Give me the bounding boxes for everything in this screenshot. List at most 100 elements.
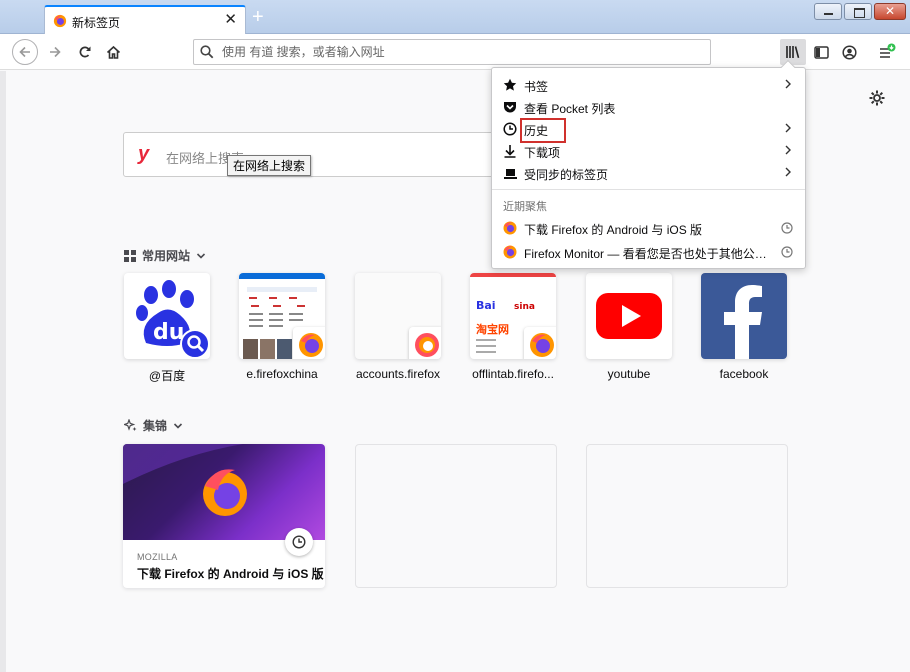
chevron-down-icon xyxy=(196,251,206,261)
tab-title: 新标签页 xyxy=(72,14,120,31)
highlight-source: MOZILLA xyxy=(137,552,178,562)
menu-item-history[interactable]: 历史 xyxy=(492,118,805,140)
menu-item-label: 查看 Pocket 列表 xyxy=(524,100,615,117)
menu-item-label: 下载项 xyxy=(524,144,560,161)
chevron-right-icon xyxy=(783,77,793,91)
recent-item[interactable]: 下载 Firefox 的 Android 与 iOS 版 xyxy=(492,217,805,239)
download-icon xyxy=(503,144,517,158)
title-bar: 新标签页 ✕ + ✕ xyxy=(0,0,910,34)
firefox-icon xyxy=(503,245,517,259)
youdao-logo: y xyxy=(138,144,149,164)
url-input[interactable] xyxy=(222,43,692,61)
reload-icon xyxy=(78,45,92,59)
close-window-button[interactable]: ✕ xyxy=(874,3,906,20)
topsite-accounts-firefox[interactable]: accounts.firefox xyxy=(355,273,441,381)
baidu-paw-icon: du xyxy=(124,273,210,359)
facebook-icon xyxy=(701,273,787,359)
search-icon xyxy=(200,45,214,59)
clock-icon xyxy=(292,535,306,549)
firefox-badge xyxy=(293,327,325,359)
home-button[interactable] xyxy=(100,39,126,65)
firefox-logo-icon xyxy=(123,444,325,540)
topsite-baidu[interactable]: du @百度 xyxy=(124,273,210,384)
reload-button[interactable] xyxy=(72,39,98,65)
url-bar[interactable] xyxy=(193,39,711,65)
youtube-icon xyxy=(586,273,672,359)
menu-item-bookmarks[interactable]: 书签 xyxy=(492,74,805,96)
topsite-youtube[interactable]: youtube xyxy=(586,273,672,381)
topsite-label: youtube xyxy=(586,367,672,381)
account-button[interactable] xyxy=(836,39,862,65)
maximize-button[interactable] xyxy=(844,3,872,20)
topsite-thumbnail xyxy=(355,273,441,359)
topsites-title: 常用网站 xyxy=(142,247,190,264)
svg-text:Bai: Bai xyxy=(476,299,496,312)
firefox-account-badge xyxy=(409,327,441,359)
menu-button[interactable] xyxy=(874,39,900,65)
recent-highlights-heading: 近期聚焦 xyxy=(503,198,547,214)
svg-text:sina: sina xyxy=(514,302,535,312)
highlight-card[interactable]: MOZILLA 下载 Firefox 的 Android 与 iOS 版 xyxy=(123,444,325,588)
sparkle-icon xyxy=(124,419,137,432)
arrow-right-icon xyxy=(48,45,62,59)
minimize-button[interactable] xyxy=(814,3,842,20)
new-tab-button[interactable]: + xyxy=(252,6,264,28)
sidebar-icon xyxy=(814,46,829,59)
recent-clock-badge xyxy=(285,528,313,556)
library-button[interactable] xyxy=(780,39,806,65)
topsites-header[interactable]: 常用网站 xyxy=(124,247,206,264)
recent-item-label: 下载 Firefox 的 Android 与 iOS 版 xyxy=(524,221,774,238)
account-icon xyxy=(842,45,857,60)
firefox-icon xyxy=(297,331,325,359)
topsite-label: offlintab.firefo... xyxy=(470,367,556,381)
svg-text:du: du xyxy=(153,320,184,345)
library-icon xyxy=(785,45,801,59)
menu-item-synced-tabs[interactable]: 受同步的标签页 xyxy=(492,162,805,184)
topsite-facebook[interactable]: facebook xyxy=(701,273,787,381)
library-menu: 书签 查看 Pocket 列表 历史 下载项 受同步的标签页 近期聚焦 下载 F… xyxy=(491,67,806,269)
topsite-thumbnail xyxy=(239,273,325,359)
chevron-right-icon xyxy=(783,165,793,179)
highlights-header[interactable]: 集锦 xyxy=(124,417,183,434)
search-tooltip: 在网络上搜索 xyxy=(227,155,311,176)
pocket-icon xyxy=(503,100,517,114)
chevron-right-icon xyxy=(783,121,793,135)
arrow-left-icon xyxy=(18,45,32,59)
menu-separator xyxy=(492,189,805,190)
recent-item[interactable]: Firefox Monitor — 看看您是否也处于其他公司的... xyxy=(492,241,805,263)
firefox-badge xyxy=(524,327,556,359)
topsite-thumbnail: Bai sina 淘宝网 xyxy=(470,273,556,359)
sidebar-button[interactable] xyxy=(808,39,834,65)
topsite-thumbnail xyxy=(586,273,672,359)
topsite-label: facebook xyxy=(701,367,787,381)
clock-icon xyxy=(781,222,793,234)
nav-toolbar xyxy=(0,34,910,70)
close-tab-icon[interactable]: ✕ xyxy=(224,12,237,28)
forward-button[interactable] xyxy=(42,39,68,65)
clock-icon xyxy=(781,246,793,258)
menu-item-label: 历史 xyxy=(524,122,562,139)
tab-new-tab[interactable]: 新标签页 ✕ xyxy=(44,5,246,35)
topsite-thumbnail: du xyxy=(124,273,210,359)
hamburger-icon xyxy=(878,43,896,61)
synced-tabs-icon xyxy=(503,167,518,180)
star-icon xyxy=(503,78,517,92)
chevron-right-icon xyxy=(783,143,793,157)
menu-item-label: 受同步的标签页 xyxy=(524,166,608,183)
highlights-title: 集锦 xyxy=(143,417,167,434)
web-search-box[interactable]: y 在网络上搜索 xyxy=(123,132,553,177)
gear-icon[interactable] xyxy=(868,89,886,107)
grid-icon xyxy=(124,250,136,262)
topsite-label: @百度 xyxy=(124,367,210,384)
menu-item-label: 书签 xyxy=(524,78,548,95)
back-button[interactable] xyxy=(12,39,38,65)
highlight-image xyxy=(123,444,325,540)
highlight-placeholder xyxy=(586,444,788,588)
topsite-firefoxchina[interactable]: e.firefoxchina xyxy=(239,273,325,381)
home-icon xyxy=(106,45,121,60)
highlight-title: 下载 Firefox 的 Android 与 iOS 版 xyxy=(137,565,324,582)
menu-item-downloads[interactable]: 下载项 xyxy=(492,140,805,162)
menu-item-pocket[interactable]: 查看 Pocket 列表 xyxy=(492,96,805,118)
firefox-icon xyxy=(53,14,67,28)
topsite-offlintab[interactable]: Bai sina 淘宝网 offlintab.firefo... xyxy=(470,273,556,381)
